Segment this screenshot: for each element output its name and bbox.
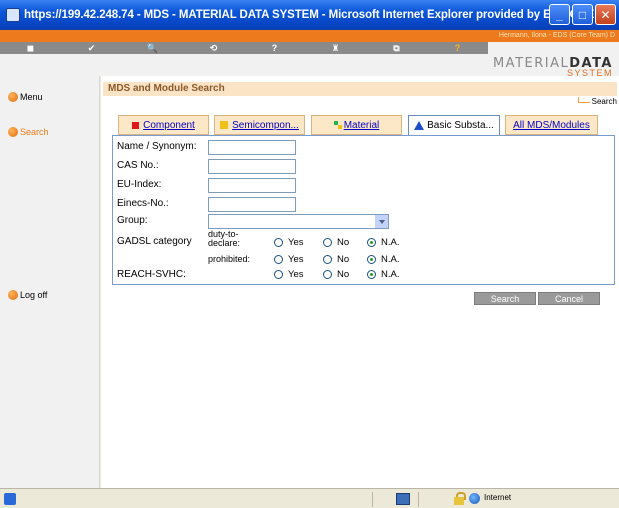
ie-icon bbox=[6, 8, 20, 22]
search-button[interactable]: Search bbox=[474, 292, 536, 305]
tab-all-mds-modules[interactable]: All MDS/Modules bbox=[505, 115, 598, 135]
maximize-button[interactable]: □ bbox=[572, 4, 593, 25]
brand-logo: MATERIALDATA SYSTEM bbox=[493, 54, 613, 78]
user-icon[interactable]: ♜ bbox=[305, 43, 366, 54]
group-label: Group: bbox=[117, 215, 148, 226]
nav-search[interactable]: Search bbox=[8, 127, 49, 137]
user-info-bar: Hermann, Ilona - EDS (Core Team) D bbox=[0, 30, 619, 42]
tab-basic-substance-label: Basic Substa... bbox=[427, 120, 494, 131]
component-icon bbox=[132, 121, 140, 129]
tab-material[interactable]: Material bbox=[311, 115, 402, 135]
status-bar: Internet bbox=[0, 488, 619, 508]
orange-dot-icon bbox=[8, 92, 18, 102]
search-link-label: Search bbox=[591, 97, 617, 106]
reach-svhc-label: REACH-SVHC: bbox=[117, 269, 186, 280]
duty-yes-radio[interactable]: Yes bbox=[274, 237, 304, 248]
reach-no-radio[interactable]: No bbox=[323, 269, 349, 280]
einecs-no-input[interactable] bbox=[208, 197, 296, 212]
chevron-down-icon[interactable] bbox=[375, 215, 388, 228]
tab-semicomponent-label: Semicompon... bbox=[232, 119, 299, 131]
tab-component-label: Component bbox=[143, 119, 195, 131]
eu-index-label: EU-Index: bbox=[117, 179, 162, 190]
tab-semicomponent[interactable]: Semicompon... bbox=[214, 115, 305, 135]
window-controls: _ □ ✕ bbox=[549, 4, 616, 25]
duty-to-declare-label: duty-to-declare: bbox=[208, 229, 241, 248]
reach-na-radio[interactable]: N.A. bbox=[367, 269, 399, 280]
lock-icon bbox=[454, 492, 466, 505]
search-link[interactable]: Search bbox=[577, 97, 617, 106]
search-form: Name / Synonym: CAS No.: EU-Index: Einec… bbox=[112, 135, 615, 285]
title-bar: https://199.42.248.74 - MDS - MATERIAL D… bbox=[0, 0, 619, 30]
cas-label: CAS No.: bbox=[117, 160, 159, 171]
window-title: https://199.42.248.74 - MDS - MATERIAL D… bbox=[24, 9, 595, 21]
prohibited-no-radio[interactable]: No bbox=[323, 254, 349, 265]
cancel-button[interactable]: Cancel bbox=[538, 292, 600, 305]
close-button[interactable]: ✕ bbox=[595, 4, 616, 25]
eu-index-input[interactable] bbox=[208, 178, 296, 193]
tab-material-label: Material bbox=[343, 119, 380, 131]
name-label: Name / Synonym: bbox=[117, 141, 197, 152]
nav-search-label: Search bbox=[20, 127, 49, 137]
duty-na-radio[interactable]: N.A. bbox=[367, 237, 399, 248]
app-toolbar: ◼ ✔ 🔍 ⟲ ? ♜ ⧉ ? MATERIALDATA SYSTEM bbox=[0, 42, 619, 78]
help-icon[interactable]: ? bbox=[427, 43, 488, 53]
security-zone: Internet bbox=[484, 493, 512, 502]
search-icon[interactable]: 🔍 bbox=[122, 43, 183, 54]
home-icon[interactable]: ◼ bbox=[0, 43, 61, 54]
tab-basic-substance[interactable]: Basic Substa... bbox=[408, 115, 500, 136]
nav-logoff-label: Log off bbox=[20, 290, 48, 300]
main-content: MDS and Module Search Search Component S… bbox=[101, 76, 619, 488]
gadsl-label: GADSL category bbox=[117, 236, 192, 247]
reach-yes-radio[interactable]: Yes bbox=[274, 269, 304, 280]
left-nav: Menu Search Log off bbox=[0, 76, 100, 488]
return-arrow-icon bbox=[577, 97, 590, 103]
page-icon bbox=[4, 492, 16, 505]
monitor-icon bbox=[396, 493, 410, 505]
toolbar-strip: ◼ ✔ 🔍 ⟲ ? ♜ ⧉ ? bbox=[0, 42, 488, 54]
cas-no-input[interactable] bbox=[208, 159, 296, 174]
tab-component[interactable]: Component bbox=[118, 115, 209, 135]
group-select[interactable] bbox=[208, 214, 389, 229]
help-question-icon[interactable]: ? bbox=[244, 43, 305, 53]
minimize-button[interactable]: _ bbox=[549, 4, 570, 25]
refresh-icon[interactable]: ⟲ bbox=[183, 43, 244, 54]
check-icon[interactable]: ✔ bbox=[61, 43, 122, 54]
nav-logoff[interactable]: Log off bbox=[8, 290, 47, 300]
prohibited-yes-radio[interactable]: Yes bbox=[274, 254, 304, 265]
name-synonym-input[interactable] bbox=[208, 140, 296, 155]
prohibited-na-radio[interactable]: N.A. bbox=[367, 254, 399, 265]
material-icon bbox=[333, 121, 342, 129]
nav-menu[interactable]: Menu bbox=[8, 92, 43, 102]
tab-all-mds-modules-label: All MDS/Modules bbox=[513, 119, 590, 131]
nav-menu-label: Menu bbox=[20, 92, 43, 102]
page-title: MDS and Module Search bbox=[103, 82, 617, 96]
browser-window: https://199.42.248.74 - MDS - MATERIAL D… bbox=[0, 0, 619, 508]
copy-icon[interactable]: ⧉ bbox=[366, 43, 427, 54]
semicomponent-icon bbox=[220, 121, 229, 129]
prohibited-label: prohibited: bbox=[208, 254, 251, 264]
einecs-label: Einecs-No.: bbox=[117, 198, 169, 209]
basic-substance-icon bbox=[414, 121, 425, 130]
globe-icon bbox=[469, 493, 480, 504]
duty-no-radio[interactable]: No bbox=[323, 237, 349, 248]
orange-dot-icon bbox=[8, 290, 18, 300]
orange-dot-icon bbox=[8, 127, 18, 137]
